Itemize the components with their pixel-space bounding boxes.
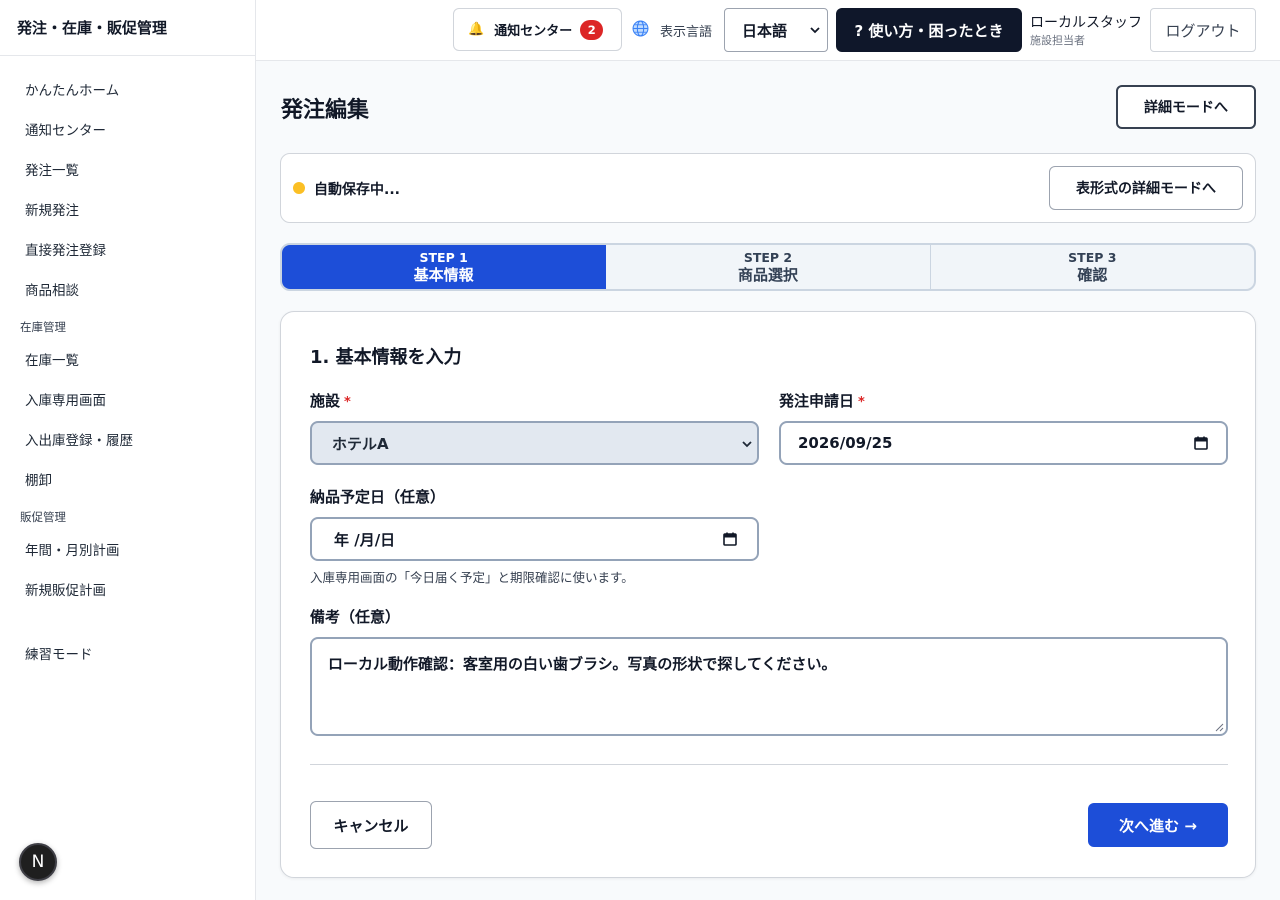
sidebar-item-direct-order[interactable]: 直接発注登録 [0,229,255,269]
sidebar-item-notifications[interactable]: 通知センター [0,109,255,149]
bell-icon: 🔔 [468,22,485,37]
step-confirm[interactable]: STEP 3 確認 [931,245,1254,289]
delivery-date-input[interactable]: 年 /月/日 [310,517,759,561]
required-mark: * [344,395,351,410]
form-section-title: 1. 基本情報を入力 [310,347,462,368]
globe-icon [632,20,649,37]
sidebar-item-annual-plan[interactable]: 年間・月別計画 [0,529,255,569]
step-number: STEP 1 [419,249,468,265]
step-product-select[interactable]: STEP 2 商品選択 [606,245,931,289]
autosave-card: 自動保存中... 表形式の詳細モードへ [280,153,1256,223]
detail-mode-button[interactable]: 詳細モードへ [1116,85,1256,129]
step-number: STEP 2 [743,249,793,265]
request-date-input[interactable]: 2026/09/25 [779,421,1228,465]
notes-label: 備考（任意） [310,608,401,626]
top-bar: 🔔 通知センター 2 表示言語 日本語 ? 使い方・困ったとき ローカルスタッフ… [256,0,1280,61]
form-divider [310,764,1228,765]
sidebar-item-stocktake[interactable]: 棚卸 [0,459,255,499]
chevron-down-icon [742,441,752,448]
required-mark: * [858,395,865,410]
chevron-down-icon [810,27,820,34]
next-step-button[interactable]: 次へ進む → [1088,803,1228,847]
sidebar-section-promo: 販促管理 [20,510,66,524]
autosave-status-text: 自動保存中... [314,182,400,198]
calendar-icon[interactable] [723,532,737,546]
delivery-date-hint: 入庫専用画面の「今日届く予定」と期限確認に使います。 [310,570,634,585]
sidebar-item-easy-home[interactable]: かんたんホーム [0,69,255,109]
basic-info-form: 1. 基本情報を入力 施設 * ホテルA 発注申請日 * 2026/09/25 納品… [280,311,1256,878]
language-select[interactable]: 日本語 [724,8,828,52]
request-date-label: 発注申請日 * [779,390,865,411]
step-number: STEP 3 [1068,249,1117,265]
facility-label: 施設 * [310,390,351,411]
sidebar-item-inventory-list[interactable]: 在庫一覧 [0,339,255,379]
notes-textarea[interactable]: ローカル動作確認：客室用の白い歯ブラシ。写真の形状で探してください。 [310,637,1228,736]
step-basic-info[interactable]: STEP 1 基本情報 [282,245,607,289]
user-name: ローカルスタッフ [1030,15,1142,31]
sidebar-section-inventory: 在庫管理 [20,320,66,334]
autosave-status-dot [293,182,305,194]
sidebar-item-product-consult[interactable]: 商品相談 [0,269,255,309]
step-label: 商品選択 [737,265,798,284]
logout-button[interactable]: ログアウト [1150,8,1256,52]
notification-count-badge: 2 [580,19,604,40]
sidebar-item-stock-history[interactable]: 入出庫登録・履歴 [0,419,255,459]
language-select-value: 日本語 [742,21,788,40]
notification-center-label: 通知センター [494,24,573,39]
app-brand: 発注・在庫・販促管理 [0,0,255,56]
facility-select-value: ホテルA [332,434,389,453]
sidebar-item-order-list[interactable]: 発注一覧 [0,149,255,189]
sidebar-nav: かんたんホーム 通知センター 発注一覧 新規発注 直接発注登録 商品相談 在庫管… [0,56,255,673]
request-date-value: 2026/09/25 [798,434,893,452]
sidebar: 発注・在庫・販促管理 かんたんホーム 通知センター 発注一覧 新規発注 直接発注… [0,0,256,900]
calendar-icon[interactable] [1194,436,1208,450]
facility-label-text: 施設 [310,392,341,410]
step-indicator: STEP 1 基本情報 STEP 2 商品選択 STEP 3 確認 [280,243,1256,291]
cancel-button[interactable]: キャンセル [310,801,432,849]
page-title: 発注編集 [281,98,370,123]
next-dev-badge[interactable]: N [19,843,57,881]
sidebar-item-new-promo[interactable]: 新規販促計画 [0,569,255,609]
step-label: 確認 [1077,265,1108,284]
notes-value: ローカル動作確認：客室用の白い歯ブラシ。写真の形状で探してください。 [328,655,837,673]
notification-center-button[interactable]: 🔔 通知センター 2 [453,8,622,51]
sidebar-item-practice-mode[interactable]: 練習モード [0,633,255,673]
sidebar-item-receiving[interactable]: 入庫専用画面 [0,379,255,419]
resize-handle-icon[interactable] [1215,723,1224,732]
step-label: 基本情報 [413,265,474,284]
delivery-date-label: 納品予定日（任意） [310,488,446,506]
help-button[interactable]: ? 使い方・困ったとき [836,8,1022,52]
table-detail-mode-button[interactable]: 表形式の詳細モードへ [1049,166,1243,210]
delivery-date-value: 年 /月/日 [334,530,396,549]
user-role: 施設担当者 [1030,34,1085,47]
language-label: 表示言語 [660,25,713,40]
facility-select[interactable]: ホテルA [310,421,759,465]
sidebar-item-new-order[interactable]: 新規発注 [0,189,255,229]
request-date-label-text: 発注申請日 [779,392,855,410]
